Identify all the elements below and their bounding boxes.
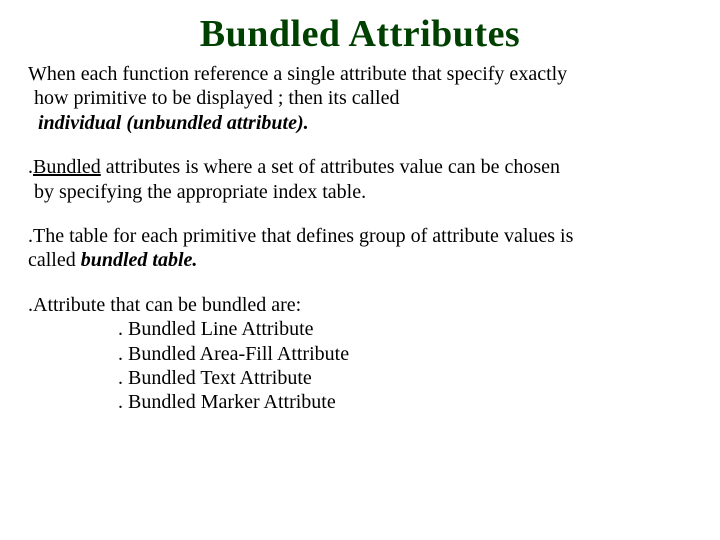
p4-intro: .Attribute that can be bundled are: [28,293,692,317]
paragraph-3: .The table for each primitive that defin… [28,224,692,273]
p1-line3: individual (unbundled attribute). [28,112,309,134]
p1-line1: When each function reference a single at… [28,63,567,85]
slide-title: Bundled Attributes [28,12,692,56]
paragraph-4: .Attribute that can be bundled are: . Bu… [28,293,692,415]
p3-line2a: called [28,249,81,271]
p2-line2: by specifying the appropriate index tabl… [28,181,366,203]
p2-bundled-word: Bundled [33,156,101,178]
p2-line1-rest: attributes is where a set of attributes … [101,156,560,178]
p3-line2b: bundled table. [81,249,198,271]
list-item: . Bundled Text Attribute [28,366,692,390]
list-item: . Bundled Marker Attribute [28,390,692,414]
p3-line1: .The table for each primitive that defin… [28,225,573,247]
paragraph-1: When each function reference a single at… [28,62,692,135]
paragraph-2: .Bundled attributes is where a set of at… [28,155,692,204]
slide: Bundled Attributes When each function re… [0,0,720,540]
list-item: . Bundled Line Attribute [28,317,692,341]
list-item: . Bundled Area-Fill Attribute [28,342,692,366]
p1-line2: how primitive to be displayed ; then its… [28,87,399,109]
